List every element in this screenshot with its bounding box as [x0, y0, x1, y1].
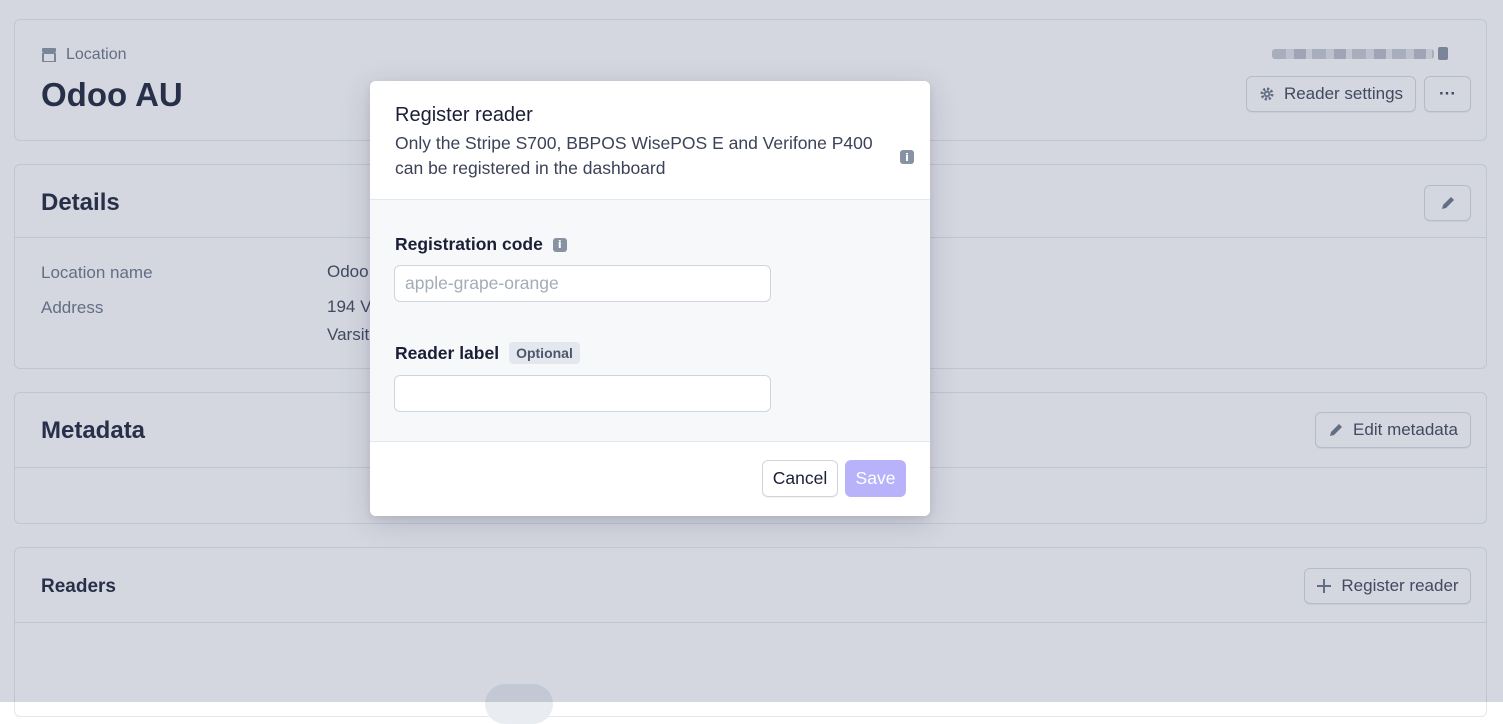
registration-code-field-label: Registration code i	[395, 234, 567, 255]
info-icon[interactable]: i	[900, 150, 914, 164]
reader-label-field-label: Reader label Optional	[395, 342, 580, 364]
save-button[interactable]: Save	[845, 460, 906, 497]
dialog-title: Register reader	[395, 104, 533, 126]
reader-label-label: Reader label	[395, 342, 500, 363]
cancel-button[interactable]: Cancel	[762, 460, 838, 497]
info-icon[interactable]: i	[552, 237, 567, 252]
registration-code-label: Registration code	[395, 234, 543, 254]
dialog-description: Only the Stripe S700, BBPOS WisePOS E an…	[395, 133, 873, 178]
dialog-body: Registration code i Reader label Optiona…	[370, 200, 930, 441]
dialog-header: Register reader Only the Stripe S700, BB…	[370, 81, 930, 200]
optional-badge: Optional	[509, 342, 580, 364]
reader-label-input[interactable]	[394, 375, 771, 412]
register-reader-dialog: Register reader Only the Stripe S700, BB…	[370, 81, 930, 516]
registration-code-input[interactable]	[394, 265, 771, 302]
dialog-footer: Cancel Save	[370, 441, 930, 516]
